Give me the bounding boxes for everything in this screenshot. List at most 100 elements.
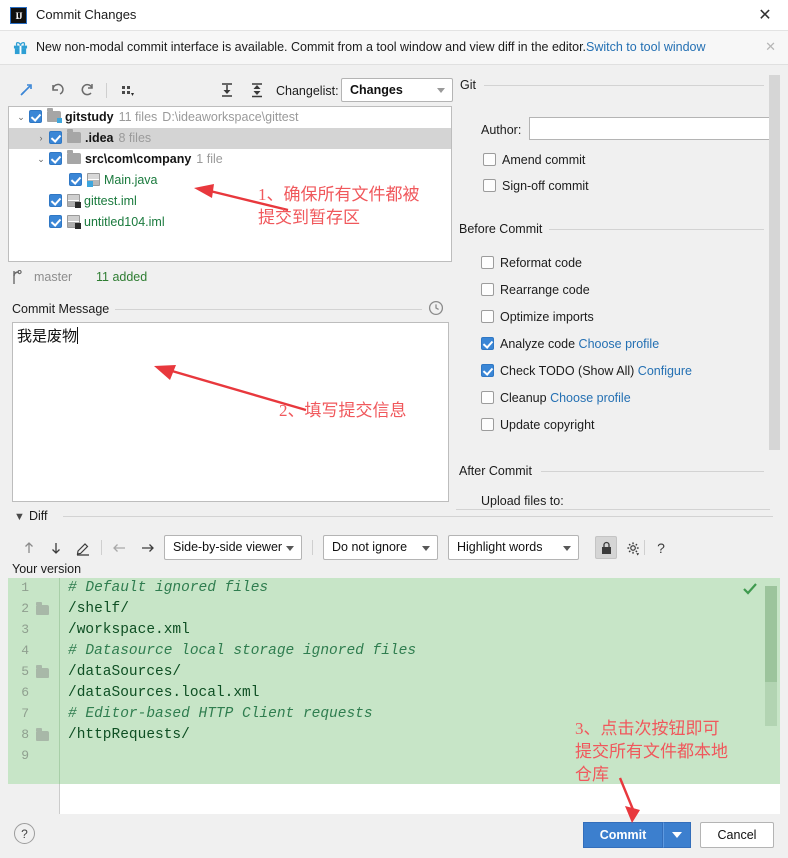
- tree-checkbox[interactable]: [69, 173, 82, 186]
- gift-icon: [13, 41, 28, 55]
- code-line: /dataSources/: [68, 664, 182, 680]
- line-number: 5: [21, 664, 29, 679]
- diff-scrollbar-thumb[interactable]: [765, 586, 777, 682]
- tree-checkbox[interactable]: [49, 131, 62, 144]
- author-field[interactable]: [529, 117, 771, 140]
- divider: [456, 509, 770, 510]
- diff-scrollbar-thumb-secondary[interactable]: [765, 682, 777, 726]
- reformat-code-option[interactable]: Reformat code: [481, 256, 582, 270]
- sign-off-commit-option[interactable]: Sign-off commit: [483, 179, 589, 193]
- highlight-mode-select[interactable]: Highlight words: [448, 535, 579, 560]
- cleanup-option[interactable]: Cleanup Choose profile: [481, 391, 631, 405]
- whitespace-mode-select[interactable]: Do not ignore: [323, 535, 438, 560]
- tree-twisty[interactable]: ›: [33, 128, 49, 149]
- git-branch-icon: [13, 270, 22, 284]
- amend-commit-checkbox[interactable]: [483, 153, 496, 166]
- sign-off-commit-checkbox[interactable]: [483, 179, 496, 192]
- changelist-select[interactable]: Changes: [341, 78, 453, 102]
- tree-item-meta: 11 files: [118, 110, 158, 124]
- notification-close-icon[interactable]: ✕: [765, 39, 776, 55]
- changes-tree[interactable]: ⌄ gitstudy 11 files D:\ideaworkspace\gittes…: [8, 106, 452, 262]
- gear-icon[interactable]: [622, 537, 644, 559]
- check-todo-configure-link[interactable]: Configure: [638, 364, 692, 378]
- edit-source-icon[interactable]: [72, 537, 94, 559]
- tree-checkbox[interactable]: [49, 152, 62, 165]
- tree-checkbox[interactable]: [49, 194, 62, 207]
- cleanup-checkbox[interactable]: [481, 391, 494, 404]
- line-number: 7: [21, 706, 29, 721]
- tree-twisty[interactable]: ⌄: [13, 107, 29, 128]
- diff-pane-label: Your version: [12, 562, 82, 576]
- clock-history-icon[interactable]: [428, 300, 444, 316]
- iml-file-icon: [67, 215, 81, 229]
- forward-icon[interactable]: [136, 537, 158, 559]
- table-row[interactable]: ⌄ src\com\company 1 file: [9, 149, 451, 170]
- commit-dropdown-button[interactable]: [663, 822, 691, 848]
- check-icon[interactable]: [742, 581, 758, 597]
- expand-all-icon[interactable]: [216, 79, 238, 101]
- back-icon[interactable]: [108, 537, 130, 559]
- divider: [541, 471, 764, 472]
- tree-twisty[interactable]: ⌄: [33, 149, 49, 170]
- line-number: 6: [21, 685, 29, 700]
- refresh-icon[interactable]: [76, 79, 98, 101]
- folder-icon: [36, 665, 49, 678]
- table-row[interactable]: Main.java: [9, 170, 451, 191]
- optimize-imports-checkbox[interactable]: [481, 310, 494, 323]
- optimize-imports-option[interactable]: Optimize imports: [481, 310, 594, 324]
- folder-icon: [36, 728, 49, 741]
- cancel-button[interactable]: Cancel: [700, 822, 774, 848]
- cleanup-choose-profile-link[interactable]: Choose profile: [550, 391, 631, 405]
- line-number: 9: [21, 748, 29, 763]
- table-row[interactable]: untitled104.iml: [9, 212, 451, 233]
- diff-empty-area: [60, 784, 780, 814]
- analyze-code-checkbox[interactable]: [481, 337, 494, 350]
- code-line: /dataSources.local.xml: [68, 685, 260, 701]
- viewer-mode-select[interactable]: Side-by-side viewer: [164, 535, 302, 560]
- analyze-code-choose-profile-link[interactable]: Choose profile: [579, 337, 660, 351]
- divider: [110, 309, 422, 310]
- switch-to-tool-window-link[interactable]: Switch to tool window: [586, 40, 706, 54]
- close-icon[interactable]: ✕: [754, 5, 776, 27]
- show-diff-icon[interactable]: [16, 79, 38, 101]
- help-button[interactable]: ?: [14, 823, 35, 844]
- after-commit-section-title: After Commit: [459, 464, 538, 478]
- update-copyright-checkbox[interactable]: [481, 418, 494, 431]
- rearrange-code-option[interactable]: Rearrange code: [481, 283, 590, 297]
- tree-checkbox[interactable]: [29, 110, 42, 123]
- tree-checkbox[interactable]: [49, 215, 62, 228]
- next-difference-icon[interactable]: [45, 537, 67, 559]
- commit-message-input[interactable]: 我是废物: [12, 322, 449, 502]
- amend-commit-option[interactable]: Amend commit: [483, 153, 585, 167]
- table-row[interactable]: gittest.iml: [9, 191, 451, 212]
- tree-item-label: Main.java: [104, 173, 158, 187]
- git-panel-scrollbar[interactable]: [769, 75, 780, 450]
- code-line: /workspace.xml: [68, 622, 190, 638]
- analyze-code-label: Analyze code: [500, 337, 576, 351]
- intellij-idea-icon: IJ: [10, 7, 27, 24]
- upload-files-to-label: Upload files to:: [481, 494, 564, 508]
- help-icon[interactable]: ?: [650, 537, 672, 559]
- check-todo-option[interactable]: Check TODO (Show All) Configure: [481, 364, 692, 378]
- line-number: 2: [21, 601, 29, 616]
- previous-difference-icon[interactable]: [18, 537, 40, 559]
- diff-viewer[interactable]: 1 2 3 4 5 6 7 8 9 # Default ignored file…: [8, 578, 780, 784]
- table-row[interactable]: ⌄ gitstudy 11 files D:\ideaworkspace\gittes…: [9, 107, 451, 128]
- lock-icon[interactable]: [595, 536, 617, 559]
- update-copyright-option[interactable]: Update copyright: [481, 418, 595, 432]
- collapse-all-icon[interactable]: [246, 79, 268, 101]
- commit-button[interactable]: Commit: [583, 822, 663, 848]
- revert-icon[interactable]: [46, 79, 68, 101]
- reformat-code-checkbox[interactable]: [481, 256, 494, 269]
- table-row[interactable]: › .idea 8 files: [9, 128, 451, 149]
- git-section-title: Git: [460, 78, 482, 92]
- code-line: /httpRequests/: [68, 727, 190, 743]
- check-todo-checkbox[interactable]: [481, 364, 494, 377]
- group-by-icon[interactable]: [116, 79, 138, 101]
- folder-icon: [67, 129, 81, 143]
- analyze-code-option[interactable]: Analyze code Choose profile: [481, 337, 659, 351]
- changelist-selected-value: Changes: [350, 83, 403, 97]
- java-file-icon: [87, 173, 100, 187]
- line-number: 3: [21, 622, 29, 637]
- rearrange-code-checkbox[interactable]: [481, 283, 494, 296]
